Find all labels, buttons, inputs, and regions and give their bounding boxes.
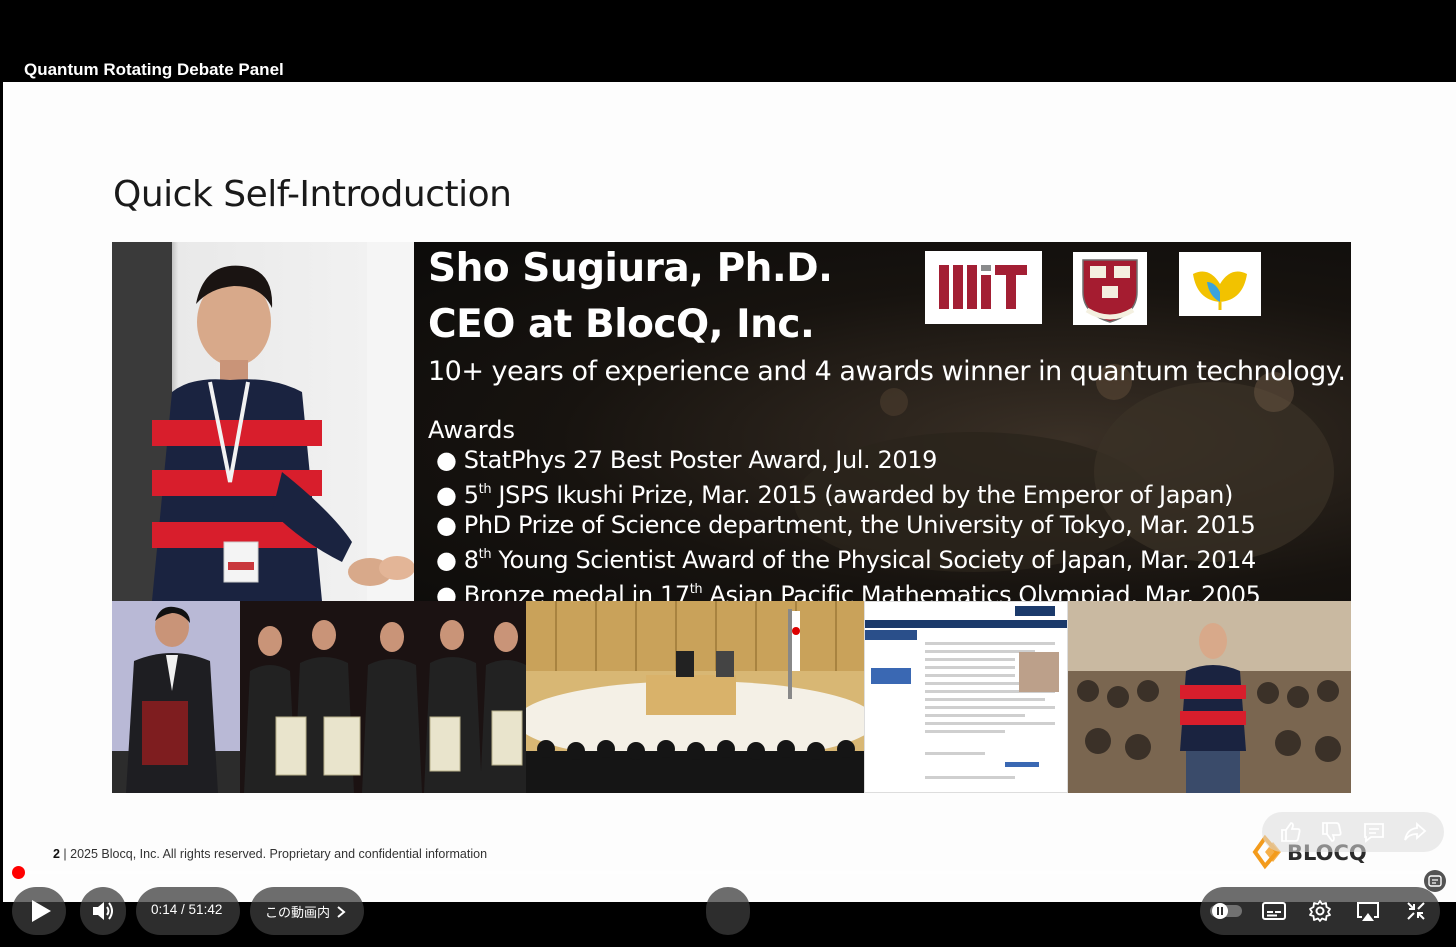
hero-panel: Sho Sugiura, Ph.D. CEO at BlocQ, Inc. 10… — [112, 242, 1351, 601]
chapter-label: この動画内 — [265, 906, 331, 921]
dislike-icon[interactable] — [1319, 819, 1345, 845]
ceremony-photo — [112, 601, 240, 793]
award-item: ● PhD Prize of Science department, the U… — [436, 510, 1256, 539]
seek-bar[interactable] — [18, 871, 1436, 874]
chapter-button[interactable]: この動画内 — [265, 902, 346, 921]
speaker-summary: 10+ years of experience and 4 awards win… — [428, 356, 1346, 387]
volume-icon[interactable] — [88, 897, 118, 925]
share-icon[interactable] — [1402, 819, 1428, 845]
center-pill — [706, 887, 750, 935]
speaker-photo — [112, 242, 414, 601]
settings-icon[interactable] — [1304, 897, 1336, 925]
conference-crowd-photo — [1068, 601, 1351, 793]
reaction-bar — [1262, 812, 1444, 852]
mit-logo — [925, 251, 1042, 324]
awards-heading: Awards — [428, 416, 515, 444]
award-item: ● Bronze medal in 17th Asian Pacific Mat… — [436, 581, 1261, 601]
slide-heading: Quick Self-Introduction — [113, 174, 512, 215]
autoplay-toggle[interactable] — [1208, 897, 1244, 925]
slide-footer: 2 | 2025 Blocq, Inc. All rights reserved… — [53, 847, 488, 861]
award-item: ● 5th JSPS Ikushi Prize, Mar. 2015 (awar… — [436, 481, 1233, 510]
duration: 51:42 — [188, 902, 223, 917]
play-icon[interactable] — [22, 897, 58, 925]
chevron-right-icon — [337, 905, 346, 918]
airplay-icon[interactable] — [1352, 897, 1384, 925]
news-article-screenshot — [864, 601, 1068, 793]
player-controls: 0:14 / 51:42 この動画内 — [0, 885, 1456, 947]
award-item: ● StatPhys 27 Best Poster Award, Jul. 20… — [436, 446, 937, 474]
time-display: 0:14 / 51:42 — [151, 902, 223, 917]
harvard-logo — [1073, 252, 1147, 325]
exit-fullscreen-icon[interactable] — [1400, 897, 1432, 925]
tokyo-university-logo — [1179, 252, 1261, 316]
like-icon[interactable] — [1278, 819, 1304, 845]
awards-list: ● StatPhys 27 Best Poster Award, Jul. 20… — [436, 446, 1261, 601]
video-title: Quantum Rotating Debate Panel — [24, 60, 284, 79]
imperial-ceremony-photo — [526, 601, 864, 793]
speaker-name: Sho Sugiura, Ph.D. — [428, 246, 833, 291]
video-player[interactable]: Quantum Rotating Debate Panel Quick Self… — [0, 0, 1456, 947]
comment-icon[interactable] — [1361, 819, 1387, 845]
award-item: ● 8th Young Scientist Award of the Physi… — [436, 545, 1256, 574]
current-time: 0:14 — [151, 902, 178, 917]
photo-strip — [112, 601, 1351, 793]
presentation-slide: Quick Self-Introduction Sho Sugiura, Ph.… — [3, 82, 1456, 902]
speaker-role: CEO at BlocQ, Inc. — [428, 302, 815, 347]
award-group-photo — [240, 601, 526, 793]
seek-handle[interactable] — [12, 866, 25, 879]
subtitles-icon[interactable] — [1258, 897, 1290, 925]
